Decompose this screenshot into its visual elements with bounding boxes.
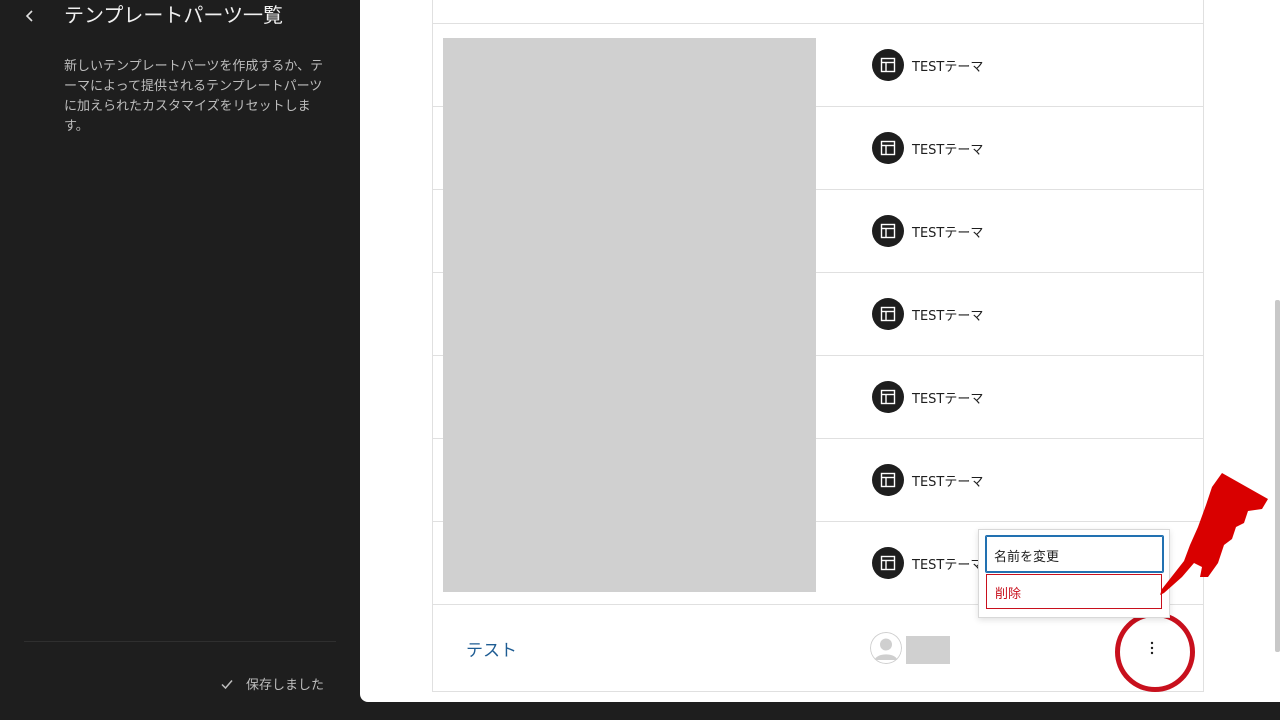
rename-menu-item[interactable]: 名前を変更 <box>985 535 1164 573</box>
author-label: TESTテーマ <box>912 142 984 158</box>
table-row-author: TESTテーマ <box>872 547 983 579</box>
table-row-author: TESTテーマ <box>872 381 983 413</box>
author-label: TESTテーマ <box>912 225 984 241</box>
layout-icon <box>872 547 904 579</box>
author-label: TESTテーマ <box>912 391 984 407</box>
vertical-ellipsis-icon <box>1150 641 1154 655</box>
more-actions-button[interactable] <box>1140 636 1164 660</box>
save-status: 保存しました <box>220 674 324 693</box>
author-label: TESTテーマ <box>912 308 984 324</box>
sidebar: テンプレートパーツ一覧 新しいテンプレートパーツを作成するか、テーマによって提供… <box>0 0 360 720</box>
chevron-left-icon <box>25 10 33 22</box>
template-part-preview[interactable] <box>443 38 816 592</box>
author-label: TESTテーマ <box>912 59 984 75</box>
author-label: TESTテーマ <box>912 474 984 490</box>
layout-icon <box>872 464 904 496</box>
table-row-author: TESTテーマ <box>872 215 983 247</box>
sidebar-divider <box>24 641 336 642</box>
table-row-author: TESTテーマ <box>872 298 983 330</box>
scrollbar-thumb[interactable] <box>1275 300 1280 652</box>
back-button[interactable] <box>16 2 44 30</box>
author-name-placeholder <box>906 636 950 664</box>
save-status-label: 保存しました <box>245 678 324 693</box>
user-avatar-icon <box>870 632 902 664</box>
page-description: 新しいテンプレートパーツを作成するか、テーマによって提供されるテンプレートパーツ… <box>64 59 324 134</box>
layout-icon <box>872 215 904 247</box>
table-row-author: TESTテーマ <box>872 464 983 496</box>
page-title: テンプレートパーツ一覧 <box>64 3 283 27</box>
table-row-author: TESTテーマ <box>872 49 983 81</box>
delete-menu-item[interactable]: 削除 <box>986 574 1162 609</box>
table-row-author: TESTテーマ <box>872 132 983 164</box>
layout-icon <box>872 381 904 413</box>
template-part-name-link[interactable]: テスト <box>466 636 517 661</box>
check-icon <box>221 679 233 689</box>
layout-icon <box>872 298 904 330</box>
layout-icon <box>872 49 904 81</box>
layout-icon <box>872 132 904 164</box>
row-divider <box>433 23 1203 24</box>
author-label: TESTテーマ <box>912 557 984 573</box>
